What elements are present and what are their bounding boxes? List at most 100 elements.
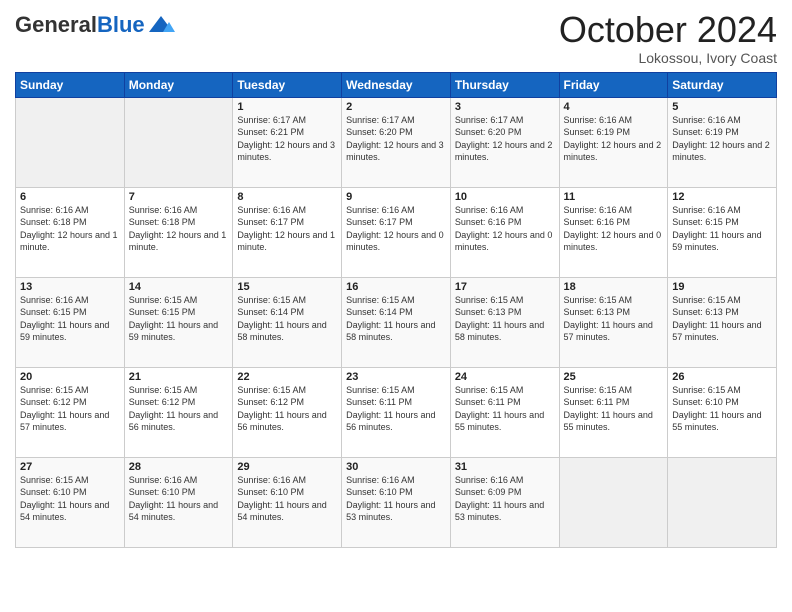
cell-info: Sunrise: 6:16 AMSunset: 6:10 PMDaylight:… [129, 475, 218, 523]
cell-date: 9 [346, 191, 446, 203]
cell-info: Sunrise: 6:15 AMSunset: 6:14 PMDaylight:… [346, 295, 435, 343]
logo-blue: Blue [97, 12, 145, 37]
day-header-monday: Monday [124, 72, 233, 97]
cell-info: Sunrise: 6:15 AMSunset: 6:12 PMDaylight:… [129, 385, 218, 433]
cell-date: 31 [455, 461, 555, 473]
cell-date: 16 [346, 281, 446, 293]
calendar-body: 1 Sunrise: 6:17 AMSunset: 6:21 PMDayligh… [16, 97, 777, 547]
calendar-page: GeneralBlue October 2024 Lokossou, Ivory… [0, 0, 792, 612]
month-title: October 2024 [559, 10, 777, 50]
cell-date: 15 [237, 281, 337, 293]
calendar-week-4: 20 Sunrise: 6:15 AMSunset: 6:12 PMDaylig… [16, 367, 777, 457]
calendar-cell: 15 Sunrise: 6:15 AMSunset: 6:14 PMDaylig… [233, 277, 342, 367]
cell-info: Sunrise: 6:15 AMSunset: 6:13 PMDaylight:… [564, 295, 653, 343]
calendar-cell: 22 Sunrise: 6:15 AMSunset: 6:12 PMDaylig… [233, 367, 342, 457]
cell-date: 30 [346, 461, 446, 473]
calendar-cell: 17 Sunrise: 6:15 AMSunset: 6:13 PMDaylig… [450, 277, 559, 367]
logo: GeneralBlue [15, 10, 175, 36]
calendar-cell: 7 Sunrise: 6:16 AMSunset: 6:18 PMDayligh… [124, 187, 233, 277]
calendar-cell: 3 Sunrise: 6:17 AMSunset: 6:20 PMDayligh… [450, 97, 559, 187]
calendar-cell: 6 Sunrise: 6:16 AMSunset: 6:18 PMDayligh… [16, 187, 125, 277]
cell-info: Sunrise: 6:15 AMSunset: 6:14 PMDaylight:… [237, 295, 326, 343]
calendar-cell: 4 Sunrise: 6:16 AMSunset: 6:19 PMDayligh… [559, 97, 668, 187]
calendar-cell: 26 Sunrise: 6:15 AMSunset: 6:10 PMDaylig… [668, 367, 777, 457]
cell-info: Sunrise: 6:16 AMSunset: 6:18 PMDaylight:… [129, 205, 227, 253]
calendar-cell: 8 Sunrise: 6:16 AMSunset: 6:17 PMDayligh… [233, 187, 342, 277]
cell-date: 19 [672, 281, 772, 293]
cell-info: Sunrise: 6:15 AMSunset: 6:11 PMDaylight:… [346, 385, 435, 433]
calendar-week-2: 6 Sunrise: 6:16 AMSunset: 6:18 PMDayligh… [16, 187, 777, 277]
calendar-table: SundayMondayTuesdayWednesdayThursdayFrid… [15, 72, 777, 548]
calendar-week-1: 1 Sunrise: 6:17 AMSunset: 6:21 PMDayligh… [16, 97, 777, 187]
cell-info: Sunrise: 6:16 AMSunset: 6:17 PMDaylight:… [237, 205, 335, 253]
cell-date: 12 [672, 191, 772, 203]
day-header-thursday: Thursday [450, 72, 559, 97]
cell-info: Sunrise: 6:15 AMSunset: 6:11 PMDaylight:… [455, 385, 544, 433]
cell-date: 4 [564, 101, 664, 113]
cell-info: Sunrise: 6:16 AMSunset: 6:19 PMDaylight:… [672, 115, 770, 163]
calendar-cell [668, 457, 777, 547]
calendar-cell: 11 Sunrise: 6:16 AMSunset: 6:16 PMDaylig… [559, 187, 668, 277]
cell-date: 6 [20, 191, 120, 203]
cell-info: Sunrise: 6:15 AMSunset: 6:15 PMDaylight:… [129, 295, 218, 343]
calendar-cell: 10 Sunrise: 6:16 AMSunset: 6:16 PMDaylig… [450, 187, 559, 277]
cell-date: 1 [237, 101, 337, 113]
calendar-cell: 31 Sunrise: 6:16 AMSunset: 6:09 PMDaylig… [450, 457, 559, 547]
cell-info: Sunrise: 6:15 AMSunset: 6:10 PMDaylight:… [672, 385, 761, 433]
cell-info: Sunrise: 6:15 AMSunset: 6:13 PMDaylight:… [672, 295, 761, 343]
cell-info: Sunrise: 6:16 AMSunset: 6:19 PMDaylight:… [564, 115, 662, 163]
cell-date: 7 [129, 191, 229, 203]
day-header-sunday: Sunday [16, 72, 125, 97]
day-header-tuesday: Tuesday [233, 72, 342, 97]
calendar-cell: 27 Sunrise: 6:15 AMSunset: 6:10 PMDaylig… [16, 457, 125, 547]
calendar-cell: 13 Sunrise: 6:16 AMSunset: 6:15 PMDaylig… [16, 277, 125, 367]
cell-date: 21 [129, 371, 229, 383]
calendar-cell: 23 Sunrise: 6:15 AMSunset: 6:11 PMDaylig… [342, 367, 451, 457]
cell-info: Sunrise: 6:16 AMSunset: 6:18 PMDaylight:… [20, 205, 118, 253]
cell-info: Sunrise: 6:15 AMSunset: 6:13 PMDaylight:… [455, 295, 544, 343]
calendar-cell: 20 Sunrise: 6:15 AMSunset: 6:12 PMDaylig… [16, 367, 125, 457]
cell-info: Sunrise: 6:16 AMSunset: 6:15 PMDaylight:… [672, 205, 761, 253]
cell-date: 10 [455, 191, 555, 203]
cell-info: Sunrise: 6:17 AMSunset: 6:20 PMDaylight:… [346, 115, 444, 163]
calendar-cell: 5 Sunrise: 6:16 AMSunset: 6:19 PMDayligh… [668, 97, 777, 187]
cell-info: Sunrise: 6:16 AMSunset: 6:17 PMDaylight:… [346, 205, 444, 253]
logo-icon [147, 14, 175, 36]
calendar-cell: 25 Sunrise: 6:15 AMSunset: 6:11 PMDaylig… [559, 367, 668, 457]
cell-date: 22 [237, 371, 337, 383]
calendar-cell: 24 Sunrise: 6:15 AMSunset: 6:11 PMDaylig… [450, 367, 559, 457]
day-header-saturday: Saturday [668, 72, 777, 97]
cell-date: 26 [672, 371, 772, 383]
calendar-cell: 19 Sunrise: 6:15 AMSunset: 6:13 PMDaylig… [668, 277, 777, 367]
calendar-cell: 1 Sunrise: 6:17 AMSunset: 6:21 PMDayligh… [233, 97, 342, 187]
cell-info: Sunrise: 6:15 AMSunset: 6:10 PMDaylight:… [20, 475, 109, 523]
calendar-cell: 12 Sunrise: 6:16 AMSunset: 6:15 PMDaylig… [668, 187, 777, 277]
cell-date: 13 [20, 281, 120, 293]
cell-info: Sunrise: 6:16 AMSunset: 6:16 PMDaylight:… [455, 205, 553, 253]
calendar-cell: 9 Sunrise: 6:16 AMSunset: 6:17 PMDayligh… [342, 187, 451, 277]
calendar-cell: 2 Sunrise: 6:17 AMSunset: 6:20 PMDayligh… [342, 97, 451, 187]
cell-date: 18 [564, 281, 664, 293]
cell-date: 2 [346, 101, 446, 113]
calendar-cell [559, 457, 668, 547]
cell-date: 5 [672, 101, 772, 113]
day-header-wednesday: Wednesday [342, 72, 451, 97]
cell-info: Sunrise: 6:15 AMSunset: 6:12 PMDaylight:… [20, 385, 109, 433]
cell-info: Sunrise: 6:16 AMSunset: 6:15 PMDaylight:… [20, 295, 109, 343]
day-header-friday: Friday [559, 72, 668, 97]
cell-date: 17 [455, 281, 555, 293]
calendar-header-row: SundayMondayTuesdayWednesdayThursdayFrid… [16, 72, 777, 97]
cell-info: Sunrise: 6:16 AMSunset: 6:10 PMDaylight:… [237, 475, 326, 523]
cell-date: 20 [20, 371, 120, 383]
calendar-cell: 16 Sunrise: 6:15 AMSunset: 6:14 PMDaylig… [342, 277, 451, 367]
calendar-cell: 18 Sunrise: 6:15 AMSunset: 6:13 PMDaylig… [559, 277, 668, 367]
cell-date: 23 [346, 371, 446, 383]
cell-date: 29 [237, 461, 337, 473]
cell-date: 28 [129, 461, 229, 473]
cell-date: 3 [455, 101, 555, 113]
cell-info: Sunrise: 6:17 AMSunset: 6:20 PMDaylight:… [455, 115, 553, 163]
cell-info: Sunrise: 6:16 AMSunset: 6:10 PMDaylight:… [346, 475, 435, 523]
location: Lokossou, Ivory Coast [559, 50, 777, 66]
cell-date: 27 [20, 461, 120, 473]
calendar-cell: 30 Sunrise: 6:16 AMSunset: 6:10 PMDaylig… [342, 457, 451, 547]
